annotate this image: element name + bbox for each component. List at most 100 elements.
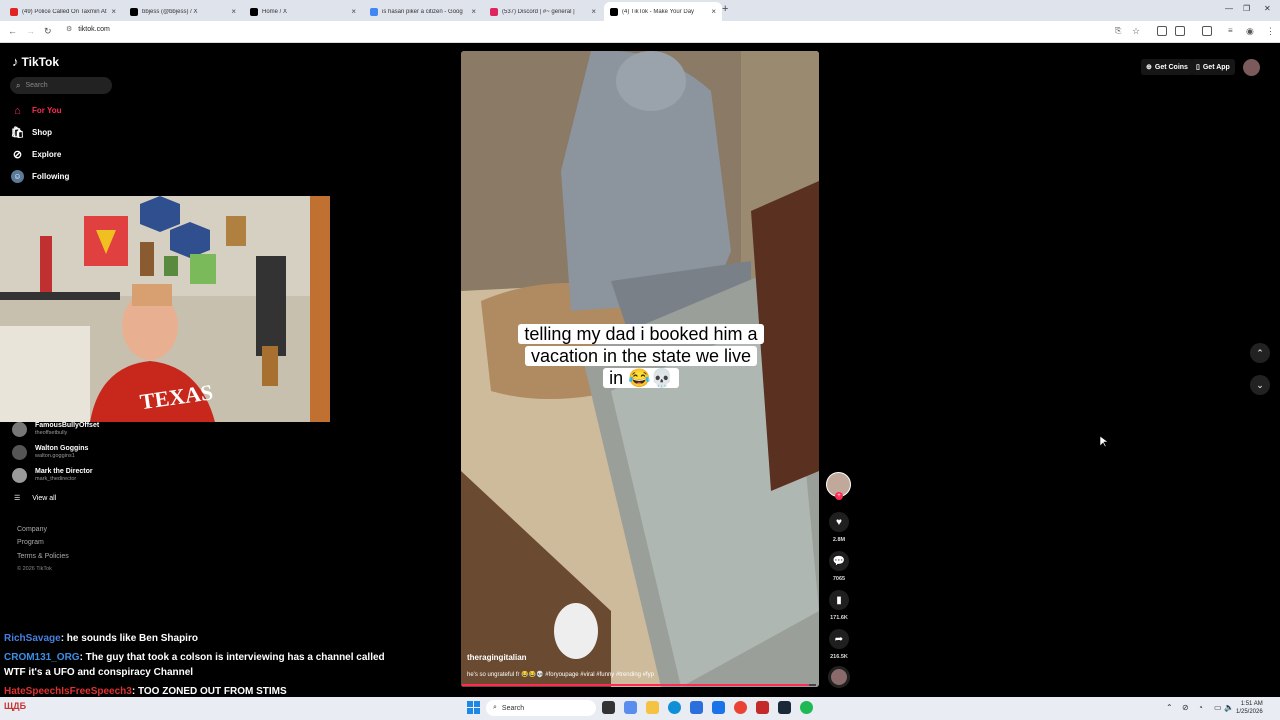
clock-time: 1:51 AM bbox=[1240, 701, 1263, 707]
footer-link-company[interactable]: Company bbox=[17, 526, 47, 533]
windows-taskbar: ЩДБ ⌕ Search ⌃ ⊘ ◔ ▭ 🔈 1:51 AM 1/25/2026 bbox=[0, 697, 1280, 720]
forward-icon[interactable]: → bbox=[26, 26, 35, 36]
avatar bbox=[12, 445, 27, 460]
next-video-button[interactable]: ⌄ bbox=[1250, 375, 1270, 395]
share-button[interactable]: ➦ bbox=[829, 629, 849, 649]
tab-close-icon[interactable]: × bbox=[711, 7, 716, 16]
nav-for-you[interactable]: ⌂ For You bbox=[11, 104, 61, 117]
spotify-icon[interactable] bbox=[800, 701, 813, 714]
new-tab-button[interactable]: + bbox=[722, 3, 728, 15]
comment-button[interactable]: 💬 bbox=[829, 551, 849, 571]
following-account[interactable]: Walton Goggins walton.goggins1 bbox=[12, 445, 88, 460]
start-button[interactable] bbox=[467, 701, 480, 714]
tab-close-icon[interactable]: × bbox=[591, 7, 596, 16]
tab-title: (537) Discord | #~ general | bbox=[502, 8, 575, 15]
cast-icon[interactable]: ⎘ bbox=[1115, 26, 1121, 36]
user-avatar[interactable] bbox=[1243, 59, 1260, 76]
footer-link-terms[interactable]: Terms & Policies bbox=[17, 553, 69, 560]
like-count: 2.8M bbox=[832, 537, 846, 543]
tab-favicon-icon bbox=[250, 7, 258, 16]
search-placeholder: Search bbox=[25, 82, 48, 89]
tab-favicon-icon bbox=[490, 7, 498, 16]
get-app-label: Get App bbox=[1202, 63, 1230, 71]
bookmark-icon: ▮ bbox=[836, 594, 842, 606]
task-view-icon[interactable] bbox=[602, 701, 615, 714]
app-icon[interactable] bbox=[756, 701, 769, 714]
url-field[interactable]: ⚙ tiktok.com bbox=[66, 25, 110, 34]
chat-message: RichSavage: he sounds like Ben Shapiro bbox=[4, 631, 198, 646]
browser-tab[interactable]: (4) TikTok - Make Your Day × bbox=[604, 2, 722, 21]
avatar bbox=[12, 422, 27, 437]
view-all-label: View all bbox=[32, 494, 57, 502]
tab-close-icon[interactable]: × bbox=[111, 7, 116, 16]
get-coins-button[interactable]: ⊕ Get Coins bbox=[1141, 59, 1193, 75]
previous-video-button[interactable]: ⌃ bbox=[1250, 343, 1270, 363]
get-app-button[interactable]: ▯ Get App bbox=[1191, 59, 1235, 75]
nav-explore[interactable]: ⊘ Explore bbox=[11, 148, 61, 161]
browser-tab[interactable]: Home / X × bbox=[244, 2, 362, 21]
tray-app-icon[interactable]: ⊘ bbox=[1182, 703, 1189, 712]
nav-following[interactable]: ☺ Following bbox=[11, 170, 69, 183]
menu-kebab-icon[interactable]: ⋮ bbox=[1266, 26, 1275, 37]
store-icon[interactable] bbox=[690, 701, 703, 714]
extension-icon[interactable] bbox=[1157, 26, 1167, 36]
get-coins-label: Get Coins bbox=[1154, 63, 1188, 71]
video-progress-fill bbox=[462, 684, 809, 686]
site-info-icon[interactable]: ⚙ bbox=[66, 25, 72, 33]
file-explorer-icon[interactable] bbox=[646, 701, 659, 714]
tab-favicon-icon bbox=[130, 7, 138, 16]
network-icon[interactable]: ▭ bbox=[1214, 703, 1222, 712]
browser-tab[interactable]: (49) Police Called On Taxmin At × bbox=[4, 2, 122, 21]
following-account[interactable]: FamousBullyOffset theoffsetbully bbox=[12, 422, 99, 437]
tray-app-icon[interactable]: ◔ bbox=[1198, 703, 1203, 712]
follow-plus-icon[interactable]: + bbox=[835, 492, 843, 500]
nav-label: Following bbox=[32, 172, 70, 181]
browser-tab[interactable]: bbjess (@bbjess) / X × bbox=[124, 2, 242, 21]
creator-avatar[interactable]: + bbox=[826, 472, 851, 500]
reload-icon[interactable]: ↻ bbox=[44, 26, 52, 37]
video-username[interactable]: theragingitalian bbox=[467, 653, 527, 662]
nav-shop[interactable]: 🛍 Shop bbox=[11, 126, 52, 139]
taskbar-search[interactable]: ⌕ Search bbox=[486, 700, 596, 716]
extensions-puzzle-icon[interactable] bbox=[1175, 26, 1185, 36]
browser-tab[interactable]: (537) Discord | #~ general | × bbox=[484, 2, 602, 21]
following-account[interactable]: Mark the Director mark_thedirector bbox=[12, 468, 93, 483]
tiktok-logo[interactable]: ♪ TikTok bbox=[12, 54, 59, 69]
chat-message: CROM131_ORG: The guy that took a colson … bbox=[4, 650, 385, 665]
music-disc-icon[interactable] bbox=[828, 666, 850, 688]
close-window-icon[interactable]: ✕ bbox=[1264, 4, 1271, 13]
save-button[interactable]: ▮ bbox=[829, 590, 849, 610]
footer-link-program[interactable]: Program bbox=[17, 539, 44, 546]
tab-close-icon[interactable]: × bbox=[471, 7, 476, 16]
list-icon: ☰ bbox=[14, 495, 21, 502]
edge-icon[interactable] bbox=[668, 701, 681, 714]
tab-close-icon[interactable]: × bbox=[351, 7, 356, 16]
minimize-icon[interactable]: — bbox=[1225, 4, 1233, 13]
clock[interactable]: 1:51 AM 1/25/2026 bbox=[1236, 700, 1263, 716]
profile-icon[interactable]: ◉ bbox=[1246, 26, 1254, 37]
search-input[interactable]: ⌕ Search bbox=[10, 77, 112, 94]
steam-icon[interactable] bbox=[778, 701, 791, 714]
tab-search-icon[interactable] bbox=[1202, 26, 1212, 36]
media-control-icon[interactable]: ≡ bbox=[1228, 26, 1233, 35]
restore-icon[interactable]: ❐ bbox=[1243, 4, 1250, 13]
view-all-link[interactable]: ☰ View all bbox=[14, 494, 57, 503]
bookmark-star-icon[interactable]: ☆ bbox=[1132, 26, 1140, 37]
weather-widget[interactable]: ЩДБ bbox=[4, 701, 26, 711]
back-icon[interactable]: ← bbox=[8, 26, 17, 36]
browser-tab[interactable]: is hasan piker a citizen - Goog × bbox=[364, 2, 482, 21]
mail-icon[interactable] bbox=[712, 701, 725, 714]
chat-text: WTF it's a UFO and conspiracy Channel bbox=[4, 667, 194, 678]
chrome-icon[interactable] bbox=[734, 701, 747, 714]
caption-line: in 😂💀 bbox=[603, 368, 679, 388]
tray-chevron-icon[interactable]: ⌃ bbox=[1166, 703, 1173, 712]
account-handle: theoffsetbully bbox=[35, 430, 68, 436]
chat-username: HateSpeechIsFreeSpeech3 bbox=[4, 686, 132, 697]
tab-close-icon[interactable]: × bbox=[231, 7, 236, 16]
like-button[interactable]: ♥ bbox=[829, 512, 849, 532]
share-arrow-icon: ➦ bbox=[834, 633, 844, 645]
video-progress-bar[interactable] bbox=[462, 684, 816, 686]
copilot-icon[interactable] bbox=[624, 701, 637, 714]
chat-message-continued: WTF it's a UFO and conspiracy Channel bbox=[4, 665, 193, 680]
volume-icon[interactable]: 🔈 bbox=[1224, 703, 1234, 712]
